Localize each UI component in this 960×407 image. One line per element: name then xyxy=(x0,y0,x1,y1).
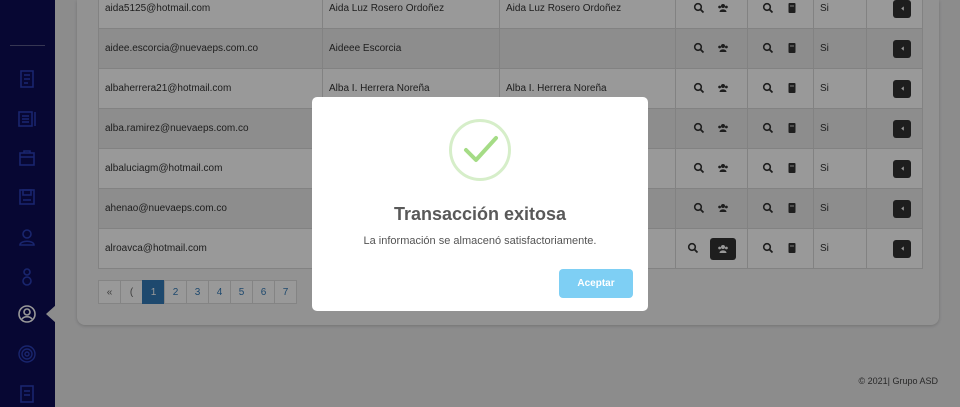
accept-button[interactable]: Aceptar xyxy=(559,269,633,298)
success-check-icon xyxy=(449,119,511,181)
dialog-title: Transacción exitosa xyxy=(393,204,567,224)
success-dialog: Transacción exitosa La información se al… xyxy=(312,97,648,311)
dialog-message: La información se almacenó satisfactoria… xyxy=(363,235,597,247)
